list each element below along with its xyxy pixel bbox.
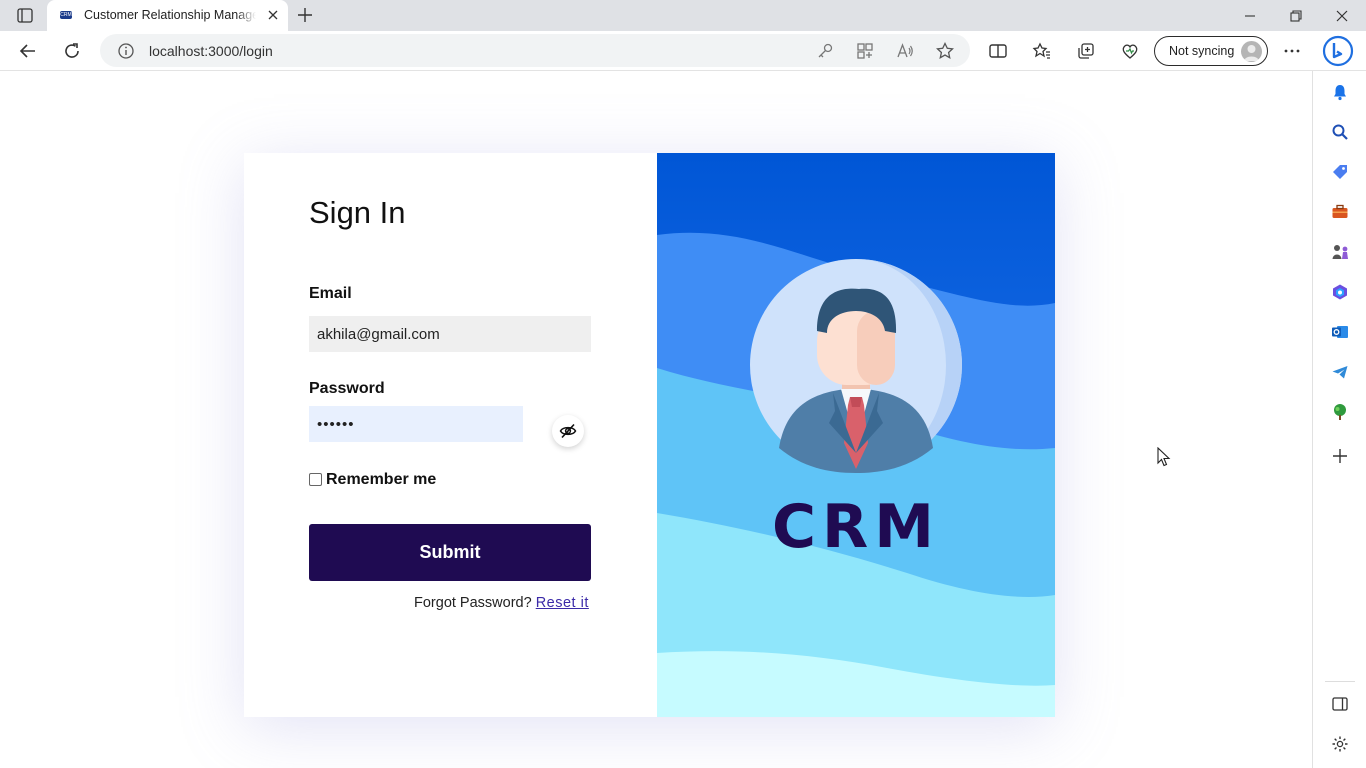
back-icon[interactable] bbox=[18, 41, 38, 61]
browser-tab[interactable]: CRM Customer Relationship Management bbox=[47, 0, 288, 31]
forgot-password-text: Forgot Password? bbox=[414, 595, 532, 611]
tab-favicon: CRM bbox=[60, 11, 72, 19]
split-screen-icon[interactable] bbox=[988, 41, 1008, 61]
url-text: localhost:3000/login bbox=[149, 43, 273, 59]
info-icon[interactable] bbox=[116, 41, 136, 61]
brand-illustration: CRM bbox=[657, 153, 1055, 717]
tab-close-icon[interactable] bbox=[265, 7, 281, 23]
outlook-icon[interactable] bbox=[1331, 323, 1349, 341]
page-title: Sign In bbox=[309, 195, 406, 230]
read-aloud-icon[interactable] bbox=[895, 41, 915, 61]
eye-off-icon bbox=[559, 423, 577, 439]
login-form: Sign In Email Password Remember me Submi… bbox=[244, 153, 657, 717]
favorite-star-icon[interactable] bbox=[935, 41, 955, 61]
collections-icon[interactable] bbox=[1076, 41, 1096, 61]
login-card: Sign In Email Password Remember me Submi… bbox=[244, 153, 1055, 717]
tab-bar: CRM Customer Relationship Management bbox=[0, 0, 1366, 31]
search-icon[interactable] bbox=[1331, 123, 1349, 141]
add-icon[interactable] bbox=[1331, 447, 1349, 465]
address-bar[interactable]: localhost:3000/login bbox=[100, 34, 970, 67]
bing-copilot-icon[interactable] bbox=[1322, 35, 1354, 67]
minimize-icon[interactable] bbox=[1242, 8, 1258, 24]
brand-panel: CRM bbox=[657, 153, 1055, 717]
remember-me-checkbox[interactable] bbox=[309, 473, 322, 486]
restore-icon[interactable] bbox=[1288, 8, 1304, 24]
profile-sync-button[interactable]: Not syncing bbox=[1154, 36, 1268, 66]
email-label: Email bbox=[309, 285, 352, 302]
key-icon[interactable] bbox=[815, 41, 835, 61]
tab-actions-icon[interactable] bbox=[9, 7, 39, 25]
remember-me-label: Remember me bbox=[326, 471, 437, 488]
window-close-icon[interactable] bbox=[1334, 8, 1350, 24]
browser-toolbar: localhost:3000/login Not syncing bbox=[0, 31, 1366, 71]
password-label: Password bbox=[309, 380, 385, 397]
browser-essentials-icon[interactable] bbox=[1120, 41, 1140, 61]
new-tab-icon[interactable] bbox=[296, 6, 314, 24]
password-field[interactable] bbox=[309, 406, 523, 442]
crm-logo-text: CRM bbox=[772, 492, 940, 562]
submit-button[interactable]: Submit bbox=[309, 524, 591, 581]
edge-sidebar bbox=[1312, 71, 1366, 768]
email-field[interactable] bbox=[309, 316, 591, 352]
toolbox-icon[interactable] bbox=[1331, 203, 1349, 221]
profile-avatar bbox=[1241, 41, 1262, 62]
favorites-icon[interactable] bbox=[1032, 41, 1052, 61]
tab-title: Customer Relationship Management bbox=[84, 8, 256, 22]
telegram-icon[interactable] bbox=[1331, 363, 1349, 381]
shopping-tag-icon[interactable] bbox=[1331, 163, 1349, 181]
person-avatar-icon bbox=[750, 259, 962, 473]
office-icon[interactable] bbox=[1331, 283, 1349, 301]
mouse-cursor-icon bbox=[1157, 447, 1171, 467]
page-content: Sign In Email Password Remember me Submi… bbox=[0, 71, 1312, 768]
toggle-password-visibility-button[interactable] bbox=[552, 415, 584, 447]
forgot-password-row: Forgot Password? Reset it bbox=[414, 595, 589, 611]
more-icon[interactable] bbox=[1282, 41, 1302, 61]
refresh-icon[interactable] bbox=[62, 41, 82, 61]
sidebar-divider bbox=[1325, 681, 1355, 682]
settings-icon[interactable] bbox=[1331, 735, 1349, 753]
tree-icon[interactable] bbox=[1331, 403, 1349, 421]
sidebar-toggle-icon[interactable] bbox=[1331, 695, 1349, 713]
games-icon[interactable] bbox=[1331, 243, 1349, 261]
bell-icon[interactable] bbox=[1331, 83, 1349, 101]
reset-link[interactable]: Reset it bbox=[536, 595, 589, 611]
sync-label: Not syncing bbox=[1169, 44, 1235, 58]
apps-icon[interactable] bbox=[855, 41, 875, 61]
